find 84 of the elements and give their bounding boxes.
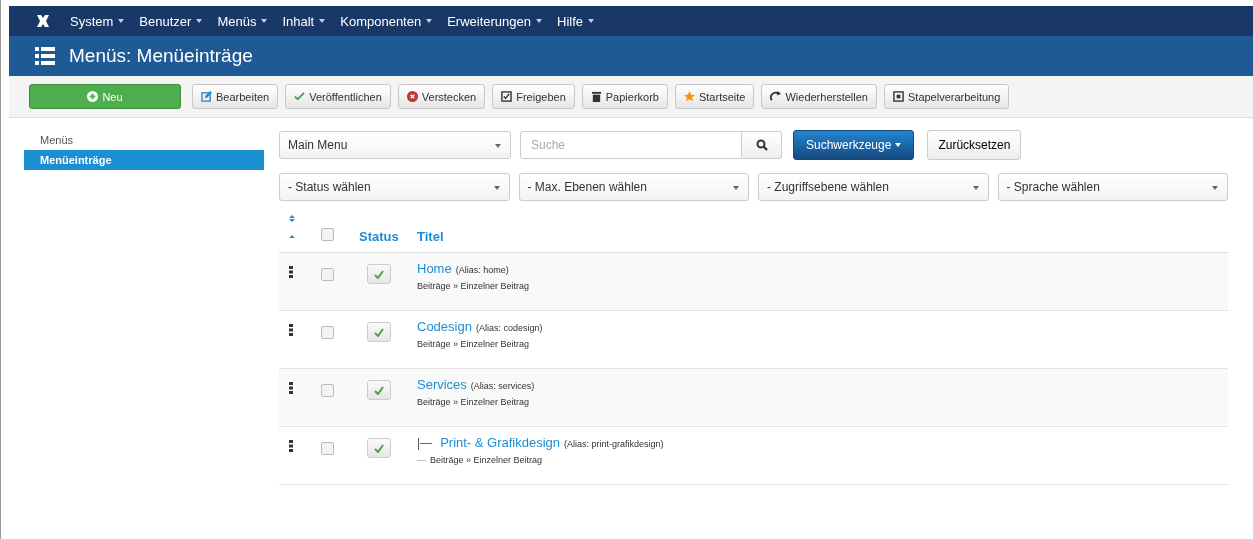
status-toggle[interactable]	[367, 438, 391, 458]
nav-menu[interactable]: Menüs	[217, 13, 268, 29]
check-icon	[374, 385, 384, 395]
refresh-icon	[770, 91, 782, 102]
caret-icon	[536, 19, 542, 23]
filter-select[interactable]: - Sprache wählen	[997, 173, 1228, 201]
row-checkbox[interactable]	[321, 326, 334, 339]
caret-icon	[733, 186, 739, 190]
item-type: Beiträge » Einzelner Beitrag	[417, 281, 530, 291]
list-icon	[35, 47, 55, 65]
check-icon	[374, 327, 384, 337]
page-title: Menüs: Menüeinträge	[69, 45, 253, 67]
logo-icon[interactable]	[35, 13, 51, 29]
nav-menu[interactable]: Inhalt	[282, 13, 326, 29]
nav-menu[interactable]: Benutzer	[139, 13, 203, 29]
item-alias: (Alias: services)	[470, 381, 535, 391]
filter-select[interactable]: - Zugriffsebene wählen	[758, 173, 989, 201]
filter-select[interactable]: - Status wählen	[279, 173, 510, 201]
check-icon	[374, 443, 384, 453]
status-toggle[interactable]	[367, 380, 391, 400]
toolbar-button[interactable]: Stapelverarbeitung	[884, 84, 1010, 109]
caret-icon	[319, 19, 326, 23]
tree-prefix: —	[417, 455, 426, 465]
status-toggle[interactable]	[367, 322, 391, 342]
menu-select[interactable]: Main Menu	[279, 131, 511, 159]
drag-handle-icon[interactable]	[289, 382, 293, 394]
toolbar-button[interactable]: Freigeben	[492, 84, 575, 109]
row-checkbox[interactable]	[321, 384, 334, 397]
square-icon	[893, 91, 904, 102]
close-circle-icon	[406, 91, 418, 102]
row-checkbox[interactable]	[321, 442, 334, 455]
caret-icon	[196, 19, 203, 23]
toolbar-button[interactable]: Veröffentlichen	[285, 84, 391, 109]
caret-icon	[972, 186, 979, 190]
item-type: Beiträge » Einzelner Beitrag	[430, 455, 543, 465]
item-type: Beiträge » Einzelner Beitrag	[417, 339, 530, 349]
caret-icon	[493, 186, 500, 190]
check-icon	[374, 269, 384, 279]
search-button[interactable]	[742, 131, 782, 159]
status-toggle[interactable]	[367, 264, 391, 284]
search-tools-button[interactable]: Suchwerkzeuge	[793, 130, 915, 160]
toolbar-button[interactable]: Papierkorb	[581, 84, 668, 109]
sidebar-item[interactable]: Menüs	[24, 130, 264, 150]
column-header[interactable]: Titel	[417, 229, 444, 244]
check-icon	[294, 91, 306, 102]
item-alias: (Alias: print-grafikdesign)	[564, 439, 664, 449]
nav-menu[interactable]: Komponenten	[340, 13, 433, 29]
star-icon	[683, 91, 695, 102]
caret-icon	[118, 19, 125, 23]
sidebar-item[interactable]: Menüeinträge	[24, 150, 264, 170]
toolbar-button[interactable]: Bearbeiten	[192, 84, 279, 109]
toolbar-button[interactable]: Verstecken	[397, 84, 486, 109]
drag-handle-icon[interactable]	[289, 266, 293, 278]
caret-icon	[261, 19, 268, 23]
tree-prefix: |—	[417, 436, 433, 450]
caret-icon	[426, 19, 433, 23]
search-icon	[755, 139, 768, 151]
item-type: Beiträge » Einzelner Beitrag	[417, 397, 530, 407]
nav-menu[interactable]: System	[70, 13, 125, 29]
caret-icon	[1212, 186, 1218, 190]
trash-icon	[590, 91, 602, 102]
toolbar-button[interactable]: Wiederherstellen	[761, 84, 877, 109]
toolbar-button[interactable]: Startseite	[674, 84, 755, 109]
column-header[interactable]: Status	[359, 229, 399, 244]
item-title-link[interactable]: Print- & Grafikdesign	[440, 435, 561, 450]
nav-menu[interactable]: Hilfe	[557, 13, 595, 29]
reset-button[interactable]: Zurücksetzen	[927, 130, 1022, 160]
caret-icon	[495, 144, 501, 148]
drag-handle-icon[interactable]	[289, 324, 293, 336]
row-checkbox[interactable]	[321, 268, 334, 281]
search-field[interactable]: Suche	[520, 131, 742, 159]
plus-circle-icon	[87, 91, 99, 102]
drag-handle-icon[interactable]	[289, 440, 293, 452]
nav-menu[interactable]: Erweiterungen	[447, 13, 542, 29]
select-all-checkbox[interactable]	[321, 228, 334, 241]
caret-icon	[895, 143, 902, 147]
checkbox-icon	[501, 91, 513, 102]
item-alias: (Alias: codesign)	[475, 323, 543, 333]
sort-icon[interactable]	[289, 215, 295, 241]
filter-select[interactable]: - Max. Ebenen wählen	[518, 173, 749, 201]
item-title-link[interactable]: Codesign	[417, 319, 472, 334]
edit-icon	[201, 91, 212, 102]
item-alias: (Alias: home)	[455, 265, 509, 275]
caret-icon	[588, 19, 595, 23]
